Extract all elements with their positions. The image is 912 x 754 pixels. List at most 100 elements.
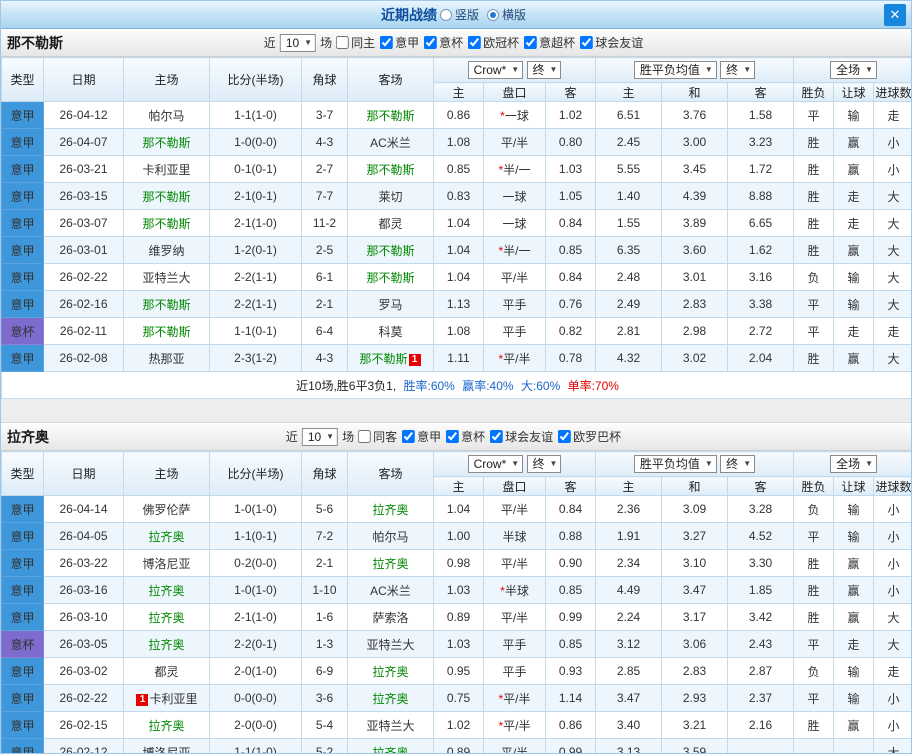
radio-vertical-label[interactable]: 竖版 xyxy=(455,6,479,23)
filter-checkbox[interactable] xyxy=(524,35,538,49)
filter-checkbox[interactable] xyxy=(358,429,372,443)
team-name: 拉齐奥 xyxy=(7,428,49,445)
fulltime-dropdown[interactable]: 全场 ▼ xyxy=(830,61,877,79)
result-handicap-cell: 输 xyxy=(833,495,875,523)
away-team-cell: 科莫 xyxy=(347,317,434,345)
result-handicap-cell: 走 xyxy=(833,182,875,210)
odds-final-dropdown[interactable]: 终 ▼ xyxy=(526,455,562,473)
filter-checkbox[interactable] xyxy=(468,35,482,49)
filter-checkbox[interactable] xyxy=(558,429,572,443)
match-row: 意杯 26-03-05 拉齐奥 2-2(0-1) 1-3 亚特兰大 1.03 平… xyxy=(1,630,911,658)
result-handicap-cell: 输 xyxy=(833,684,875,712)
avg-final-value: 终 xyxy=(726,457,739,471)
match-count-dropdown[interactable]: 10 ▼ xyxy=(279,33,317,52)
home-team-cell: 博洛尼亚 xyxy=(123,738,210,753)
handicap-line-cell: 平/半 xyxy=(483,549,546,577)
radio-vertical-layout[interactable] xyxy=(439,8,452,21)
avg-away-odds-cell: 2.16 xyxy=(726,711,795,739)
date-cell: 26-04-14 xyxy=(43,495,124,523)
avg-home-odds-cell: 4.49 xyxy=(595,576,662,604)
lazio-matches-table: 类型 日期 主场 比分(半场) 角球 客场 Crow* ▼ 终 ▼ 胜平负均值 ▼ 终… xyxy=(1,451,911,753)
competition-filter[interactable]: 意甲 xyxy=(380,34,419,51)
score-cell: 2-2(0-1) xyxy=(209,630,302,658)
filter-checkbox[interactable] xyxy=(380,35,394,49)
result-handicap-cell: 赢 xyxy=(833,236,875,264)
result-handicap-cell: 输 xyxy=(833,290,875,318)
handicap-line-cell: 平/半 xyxy=(483,603,546,631)
away-team-cell: 帕尔马 xyxy=(347,522,434,550)
avg-group-header: 胜平负均值 ▼ 终 ▼ xyxy=(594,451,795,477)
filter-checkbox[interactable] xyxy=(424,35,438,49)
chevron-down-icon: ▼ xyxy=(304,37,313,47)
competition-filter[interactable]: 欧罗巴杯 xyxy=(558,428,621,445)
match-count-dropdown[interactable]: 10 ▼ xyxy=(301,427,339,446)
odds-source-dropdown[interactable]: Crow* ▼ xyxy=(467,61,524,79)
result-goals-cell: 大 xyxy=(873,209,911,237)
handicap-away-odds-cell: 0.80 xyxy=(545,128,596,156)
avg-final-dropdown[interactable]: 终 ▼ xyxy=(720,61,756,79)
home-team-cell: 亚特兰大 xyxy=(123,263,210,291)
result-wdl-cell: 胜 xyxy=(793,182,835,210)
filter-label: 欧冠杯 xyxy=(483,35,520,50)
team-label: 亚特兰大 xyxy=(366,637,415,652)
avg-group-header: 胜平负均值 ▼ 终 ▼ xyxy=(594,57,795,83)
competition-filter[interactable]: 意甲 xyxy=(402,428,441,445)
score-cell: 2-3(1-2) xyxy=(209,344,302,372)
competition-filter[interactable]: 欧冠杯 xyxy=(468,34,519,51)
filter-checkbox[interactable] xyxy=(446,429,460,443)
competition-filter[interactable]: 意超杯 xyxy=(524,34,575,51)
score-cell: 0-0(0-0) xyxy=(209,684,302,712)
filter-checkbox[interactable] xyxy=(402,429,416,443)
odds-source-dropdown[interactable]: Crow* ▼ xyxy=(467,455,524,473)
chevron-down-icon: ▼ xyxy=(865,459,873,468)
col-corner: 角球 xyxy=(301,451,348,496)
handicap-line-cell: 平手 xyxy=(483,657,546,685)
home-team-cell: 帕尔马 xyxy=(123,101,210,129)
date-cell: 26-02-08 xyxy=(43,344,124,372)
competition-filter[interactable]: 意杯 xyxy=(424,34,463,51)
filter-checkbox[interactable] xyxy=(336,35,350,49)
window-title: 近期战绩 xyxy=(380,6,437,23)
filter-checkbox[interactable] xyxy=(580,35,594,49)
fulltime-dropdown[interactable]: 全场 ▼ xyxy=(830,455,877,473)
competition-filter[interactable]: 同客 xyxy=(358,428,397,445)
col-avg-away: 客 xyxy=(726,476,795,496)
competition-filter[interactable]: 球会友谊 xyxy=(490,428,553,445)
avg-odds-dropdown[interactable]: 胜平负均值 ▼ xyxy=(633,455,717,473)
odds-group-header: Crow* ▼ 终 ▼ xyxy=(433,57,596,83)
handicap-line-cell: *一球 xyxy=(483,101,546,129)
result-goals-cell: 大 xyxy=(873,603,911,631)
avg-final-dropdown[interactable]: 终 ▼ xyxy=(720,455,756,473)
col-home: 主场 xyxy=(123,57,210,102)
result-wdl-cell: 平 xyxy=(793,684,835,712)
score-cell: 0-2(0-0) xyxy=(209,549,302,577)
col-away: 客场 xyxy=(347,57,434,102)
match-row: 意甲 26-03-02 都灵 2-0(1-0) 6-9 拉齐奥 0.95 平手 … xyxy=(1,657,911,685)
away-team-cell: 亚特兰大 xyxy=(347,630,434,658)
match-row: 意甲 26-04-07 那不勒斯 1-0(0-0) 4-3 AC米兰 1.08 … xyxy=(1,128,911,156)
avg-away-odds-cell: 2.72 xyxy=(726,317,795,345)
radio-horizontal-label[interactable]: 横版 xyxy=(502,6,526,23)
competition-cell: 意甲 xyxy=(1,101,44,129)
close-icon[interactable]: ✕ xyxy=(884,4,906,26)
odds-final-dropdown[interactable]: 终 ▼ xyxy=(526,61,562,79)
competition-cell: 意甲 xyxy=(1,603,44,631)
col-score: 比分(半场) xyxy=(209,57,302,102)
score-cell: 1-0(1-0) xyxy=(209,495,302,523)
competition-filter[interactable]: 同主 xyxy=(336,34,375,51)
date-cell: 26-04-12 xyxy=(43,101,124,129)
col-away: 客场 xyxy=(347,451,434,496)
competition-filter[interactable]: 球会友谊 xyxy=(580,34,643,51)
result-wdl-cell: 平 xyxy=(793,522,835,550)
competition-filters: 同客 意甲 意杯 球会友谊 欧罗巴杯 xyxy=(358,428,626,446)
odds-group-header: Crow* ▼ 终 ▼ xyxy=(433,451,596,477)
corner-cell: 2-1 xyxy=(301,549,348,577)
away-team-cell: 亚特兰大 xyxy=(347,711,434,739)
summary-segment: 大:60% xyxy=(517,378,561,393)
radio-horizontal-layout[interactable] xyxy=(487,8,499,21)
filter-checkbox[interactable] xyxy=(490,429,504,443)
avg-odds-dropdown[interactable]: 胜平负均值 ▼ xyxy=(633,61,717,79)
home-team-cell: 卡利亚里 xyxy=(123,155,210,183)
competition-filter[interactable]: 意杯 xyxy=(446,428,485,445)
avg-draw-odds-cell: 3.59 xyxy=(661,738,728,753)
